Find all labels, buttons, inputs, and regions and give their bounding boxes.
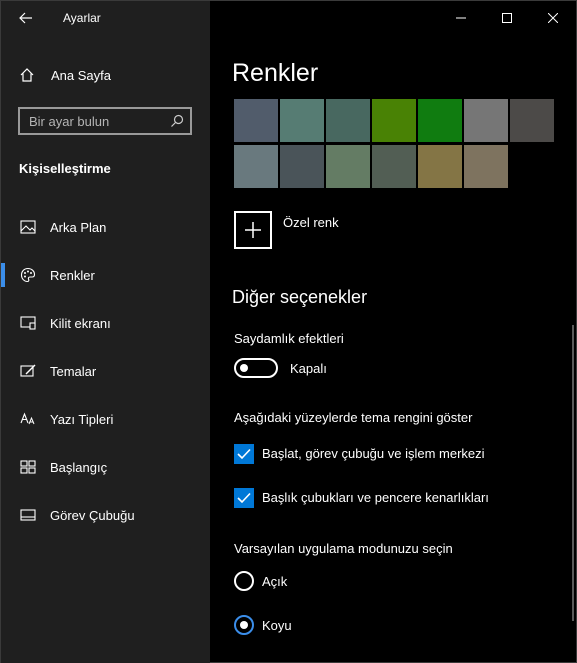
sidebar-item-background[interactable]: Arka Plan	[1, 203, 210, 251]
color-swatch[interactable]	[234, 99, 278, 142]
custom-color-button[interactable]	[234, 211, 272, 249]
taskbar-icon	[19, 506, 37, 524]
sidebar-item-taskbar[interactable]: Görev Çubuğu	[1, 491, 210, 539]
home-icon	[20, 68, 34, 82]
start-taskbar-label[interactable]: Başlat, görev çubuğu ve işlem merkezi	[262, 446, 485, 461]
start-icon	[19, 458, 37, 476]
color-swatch[interactable]	[234, 145, 278, 188]
sidebar-item-label: Görev Çubuğu	[50, 507, 135, 523]
accent-surfaces-label: Aşağıdaki yüzeylerde tema rengini göster	[234, 410, 473, 425]
titlebars-label[interactable]: Başlık çubukları ve pencere kenarlıkları	[262, 490, 489, 505]
sidebar-item-label: Temalar	[50, 363, 97, 379]
color-swatch[interactable]	[418, 99, 462, 142]
plus-icon	[245, 222, 261, 238]
radio-dark[interactable]	[234, 615, 254, 635]
color-swatch[interactable]	[280, 145, 324, 188]
minimize-icon	[456, 17, 466, 19]
sidebar-item-themes[interactable]: Temalar	[1, 347, 210, 395]
settings-window: Ana Sayfa Kişiselleştirme Arka Plan Renk…	[0, 0, 577, 663]
radio-dark-label[interactable]: Koyu	[262, 618, 292, 633]
sidebar-item-lock-screen[interactable]: Kilit ekranı	[1, 299, 210, 347]
home-link[interactable]: Ana Sayfa	[19, 63, 111, 87]
start-taskbar-checkbox[interactable]	[234, 444, 254, 464]
color-swatch[interactable]	[418, 145, 462, 188]
radio-light[interactable]	[234, 571, 254, 591]
lock-screen-icon	[19, 314, 37, 332]
back-button[interactable]	[13, 7, 39, 29]
titlebars-checkbox[interactable]	[234, 488, 254, 508]
themes-icon	[19, 362, 37, 380]
fonts-icon	[19, 410, 37, 428]
close-icon	[548, 13, 558, 23]
transparency-state: Kapalı	[290, 361, 327, 376]
transparency-toggle[interactable]	[234, 358, 278, 378]
sidebar-item-label: Başlangıç	[50, 459, 108, 475]
scrollbar[interactable]	[572, 325, 574, 621]
sidebar-item-start[interactable]: Başlangıç	[1, 443, 210, 491]
sidebar-item-label: Renkler	[50, 267, 95, 283]
color-swatch[interactable]	[372, 99, 416, 142]
sidebar-item-label: Kilit ekranı	[50, 315, 111, 331]
main-content: Renkler Özel renk Diğer seçenekler Sayda…	[210, 1, 576, 662]
checkmark-icon	[237, 448, 251, 460]
page-title: Renkler	[232, 59, 319, 87]
close-button[interactable]	[530, 1, 576, 35]
minimize-button[interactable]	[438, 1, 484, 35]
search-icon[interactable]	[170, 114, 184, 128]
color-swatch[interactable]	[464, 99, 508, 142]
picture-icon	[19, 218, 37, 236]
color-swatch[interactable]	[372, 145, 416, 188]
search-input[interactable]	[20, 112, 171, 130]
maximize-icon	[502, 13, 512, 23]
maximize-button[interactable]	[484, 1, 530, 35]
app-mode-label: Varsayılan uygulama modunuzu seçin	[234, 541, 453, 556]
color-swatch[interactable]	[280, 99, 324, 142]
sidebar-item-label: Arka Plan	[50, 219, 107, 235]
other-options-heading: Diğer seçenekler	[232, 287, 368, 307]
custom-color-label[interactable]: Özel renk	[283, 215, 339, 230]
color-swatch[interactable]	[326, 99, 370, 142]
sidebar-item-label: Yazı Tipleri	[50, 411, 114, 427]
title-bar: Ayarlar	[1, 1, 576, 35]
sidebar-item-fonts[interactable]: Yazı Tipleri	[1, 395, 210, 443]
home-label: Ana Sayfa	[51, 67, 111, 83]
back-arrow-icon	[19, 12, 32, 24]
palette-icon	[19, 266, 37, 284]
checkmark-icon	[237, 492, 251, 504]
transparency-label: Saydamlık efektleri	[234, 331, 344, 346]
toggle-knob	[240, 364, 248, 372]
section-title: Kişiselleştirme	[19, 161, 111, 176]
search-box[interactable]	[18, 107, 192, 135]
color-swatch[interactable]	[464, 145, 508, 188]
app-title: Ayarlar	[63, 11, 101, 25]
color-swatch[interactable]	[510, 99, 554, 142]
radio-light-label[interactable]: Açık	[262, 574, 287, 589]
sidebar-item-colors[interactable]: Renkler	[1, 251, 210, 299]
sidebar: Ana Sayfa Kişiselleştirme Arka Plan Renk…	[1, 1, 210, 663]
sidebar-nav: Arka Plan Renkler Kilit ekranı Temalar Y…	[1, 203, 210, 539]
color-swatch[interactable]	[326, 145, 370, 188]
